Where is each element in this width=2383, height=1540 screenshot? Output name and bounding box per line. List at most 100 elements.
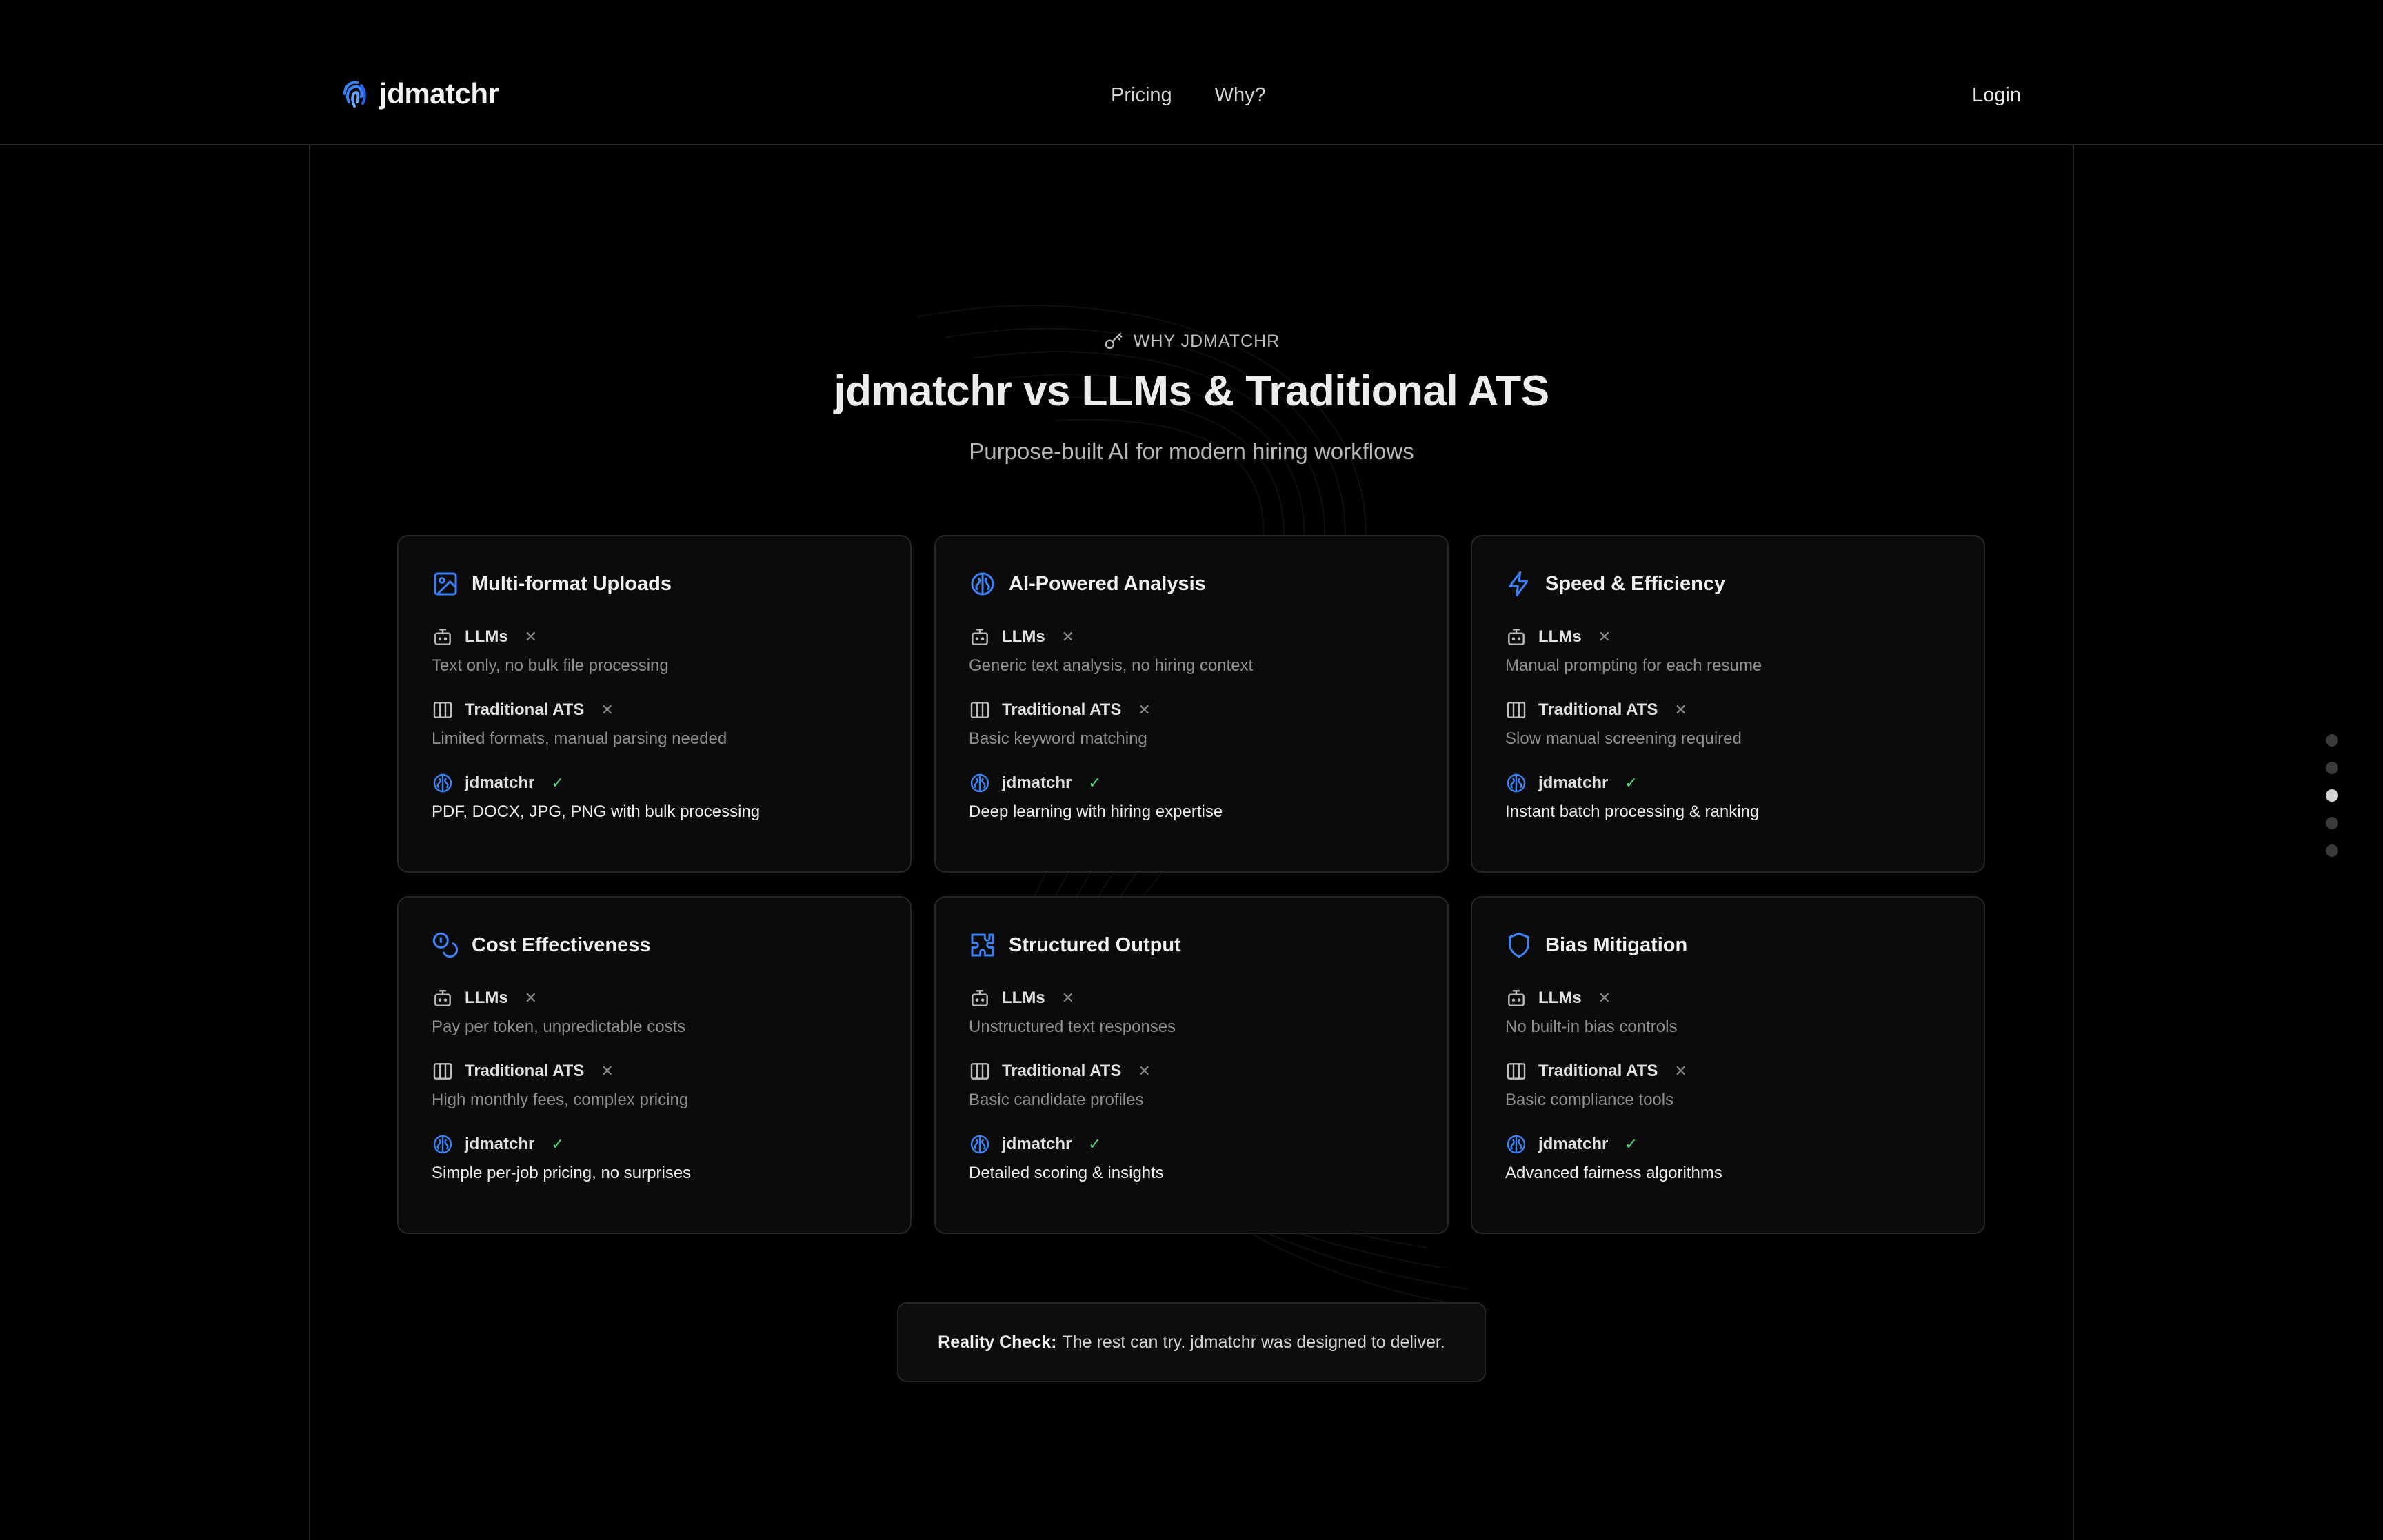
- brain-icon: [433, 1135, 452, 1154]
- ats-row: Traditional ATS ✕: [969, 1059, 1414, 1084]
- ats-row: Traditional ATS ✕: [432, 1059, 877, 1084]
- x-icon: ✕: [1674, 701, 1687, 718]
- section-dot-active[interactable]: [2326, 789, 2338, 802]
- llm-row: LLMs ✕: [432, 986, 877, 1011]
- jdmatchr-row: jdmatchr ✓: [432, 771, 877, 796]
- card-title: Multi-format Uploads: [472, 572, 672, 595]
- llm-label: LLMs: [465, 989, 508, 1007]
- section-dot[interactable]: [2326, 762, 2338, 774]
- section-subtitle: Purpose-built AI for modern hiring workf…: [969, 438, 1414, 464]
- coins-icon: [432, 932, 459, 958]
- jdmatchr-label: jdmatchr: [465, 773, 535, 792]
- shield-icon: [1509, 932, 1529, 958]
- jdmatchr-label: jdmatchr: [465, 1135, 535, 1153]
- comparison-card: Bias Mitigation LLMs ✕ No built-in bias …: [1471, 896, 1985, 1234]
- ats-label: Traditional ATS: [1002, 700, 1122, 719]
- section-dot[interactable]: [2326, 817, 2338, 829]
- nav-link-pricing[interactable]: Pricing: [1111, 84, 1172, 107]
- ats-row: Traditional ATS ✕: [1505, 1059, 1951, 1084]
- x-icon: ✕: [1598, 989, 1611, 1006]
- section-pagination: [2326, 734, 2338, 857]
- llm-description: Pay per token, unpredictable costs: [432, 1017, 686, 1036]
- llm-label: LLMs: [1538, 989, 1582, 1007]
- check-icon: ✓: [1088, 774, 1101, 791]
- puzzle-icon: [971, 933, 994, 957]
- logo[interactable]: jdmatchr: [341, 77, 499, 110]
- brain-icon: [1507, 1135, 1526, 1154]
- ats-description: High monthly fees, complex pricing: [432, 1091, 689, 1109]
- check-icon: ✓: [551, 774, 564, 791]
- key-icon: [1105, 332, 1123, 349]
- jdmatchr-row: jdmatchr ✓: [969, 1132, 1414, 1157]
- comparison-card: Cost Effectiveness LLMs ✕ Pay per token,…: [397, 896, 912, 1234]
- ats-label: Traditional ATS: [1002, 1062, 1122, 1080]
- llm-row: LLMs ✕: [969, 625, 1414, 649]
- jdmatchr-description: Advanced fairness algorithms: [1505, 1164, 1722, 1182]
- ats-description: Basic keyword matching: [969, 729, 1147, 748]
- ats-label: Traditional ATS: [1538, 700, 1658, 719]
- bot-icon: [972, 629, 988, 645]
- section-dot[interactable]: [2326, 844, 2338, 857]
- jdmatchr-description: Instant batch processing & ranking: [1505, 802, 1760, 821]
- llm-row: LLMs ✕: [1505, 986, 1951, 1011]
- reality-check-banner: Reality Check: The rest can try. jdmatch…: [897, 1302, 1486, 1382]
- brain-icon: [971, 572, 994, 596]
- check-icon: ✓: [551, 1135, 564, 1153]
- llm-description: Manual prompting for each resume: [1505, 656, 1762, 675]
- x-icon: ✕: [601, 1062, 614, 1080]
- lightning-icon: [1509, 571, 1529, 597]
- x-icon: ✕: [524, 989, 538, 1006]
- check-icon: ✓: [1088, 1135, 1101, 1153]
- llm-description: Generic text analysis, no hiring context: [969, 656, 1254, 675]
- ats-description: Limited formats, manual parsing needed: [432, 729, 727, 748]
- building-icon: [433, 702, 452, 718]
- login-link[interactable]: Login: [1972, 84, 2021, 107]
- ats-description: Basic compliance tools: [1505, 1091, 1674, 1109]
- ats-row: Traditional ATS ✕: [432, 698, 877, 722]
- x-icon: ✕: [1674, 1062, 1687, 1080]
- comparison-card: Speed & Efficiency LLMs ✕ Manual prompti…: [1471, 535, 1985, 873]
- x-icon: ✕: [1598, 628, 1611, 645]
- brain-icon: [1507, 773, 1526, 793]
- ats-label: Traditional ATS: [1538, 1062, 1658, 1080]
- logo-text: jdmatchr: [379, 77, 499, 110]
- jdmatchr-row: jdmatchr ✓: [1505, 1132, 1951, 1157]
- nav-link-why[interactable]: Why?: [1215, 84, 1266, 107]
- jdmatchr-description: PDF, DOCX, JPG, PNG with bulk processing: [432, 802, 761, 821]
- main-nav: Pricing Why?: [1111, 84, 1266, 107]
- llm-row: LLMs ✕: [1505, 625, 1951, 649]
- brain-icon: [970, 1135, 989, 1154]
- jdmatchr-description: Deep learning with hiring expertise: [969, 802, 1223, 821]
- comparison-card: AI-Powered Analysis LLMs ✕ Generic text …: [934, 535, 1449, 873]
- building-icon: [433, 1063, 452, 1080]
- jdmatchr-description: Simple per-job pricing, no surprises: [432, 1164, 692, 1182]
- building-icon: [1507, 702, 1526, 718]
- check-icon: ✓: [1625, 1135, 1638, 1153]
- card-title: AI-Powered Analysis: [1009, 572, 1206, 595]
- reality-check-label: Reality Check:: [938, 1332, 1057, 1352]
- image-icon: [434, 572, 457, 596]
- ats-row: Traditional ATS ✕: [969, 698, 1414, 722]
- bot-icon: [1508, 629, 1525, 645]
- x-icon: ✕: [524, 628, 538, 645]
- x-icon: ✕: [1061, 989, 1075, 1006]
- x-icon: ✕: [1138, 701, 1151, 718]
- jdmatchr-label: jdmatchr: [1538, 773, 1609, 792]
- comparison-card: Multi-format Uploads LLMs ✕ Text only, n…: [397, 535, 912, 873]
- bot-icon: [972, 990, 988, 1006]
- llm-row: LLMs ✕: [432, 625, 877, 649]
- building-icon: [970, 702, 989, 718]
- reality-check-text: The rest can try. jdmatchr was designed …: [1062, 1332, 1445, 1352]
- comparison-card: Structured Output LLMs ✕ Unstructured te…: [934, 896, 1449, 1234]
- section-title: jdmatchr vs LLMs & Traditional ATS: [834, 367, 1549, 415]
- section-eyebrow: WHY JDMATCHR: [0, 331, 2383, 352]
- building-icon: [1507, 1063, 1526, 1080]
- card-title: Bias Mitigation: [1545, 933, 1688, 956]
- ats-label: Traditional ATS: [465, 700, 585, 719]
- section-dot[interactable]: [2326, 734, 2338, 747]
- card-title: Cost Effectiveness: [472, 933, 651, 956]
- llm-row: LLMs ✕: [969, 986, 1414, 1011]
- bot-icon: [1508, 990, 1525, 1006]
- jdmatchr-label: jdmatchr: [1002, 1135, 1072, 1153]
- llm-description: Text only, no bulk file processing: [432, 656, 669, 675]
